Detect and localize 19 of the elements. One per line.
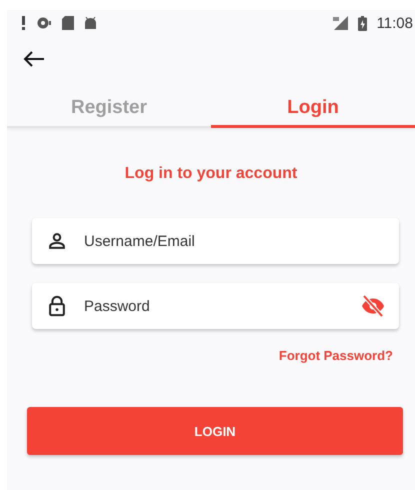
sd-card-icon bbox=[62, 16, 74, 30]
username-field[interactable]: Username/Email bbox=[32, 218, 399, 264]
password-input[interactable]: Password bbox=[82, 296, 347, 316]
tab[interactable]: Login bbox=[211, 90, 415, 128]
password-field[interactable]: Password bbox=[32, 283, 399, 329]
battery-icon bbox=[358, 16, 367, 30]
username-input[interactable]: Username/Email bbox=[82, 232, 385, 250]
alert-icon bbox=[21, 16, 26, 30]
tab[interactable]: Register bbox=[7, 90, 211, 128]
form-heading: Log in to your account bbox=[124, 164, 298, 184]
lock-icon bbox=[46, 294, 68, 318]
android-icon bbox=[84, 16, 97, 30]
login-button[interactable]: LOGIN bbox=[27, 407, 403, 455]
back-arrow-icon[interactable] bbox=[23, 50, 45, 68]
signal-icon bbox=[332, 16, 348, 30]
person-icon bbox=[46, 230, 68, 252]
eye-slash-icon[interactable] bbox=[361, 295, 385, 317]
clock-time: 11:08 bbox=[376, 14, 413, 32]
forgot-password-link[interactable]: Forgot Password? bbox=[278, 348, 393, 363]
